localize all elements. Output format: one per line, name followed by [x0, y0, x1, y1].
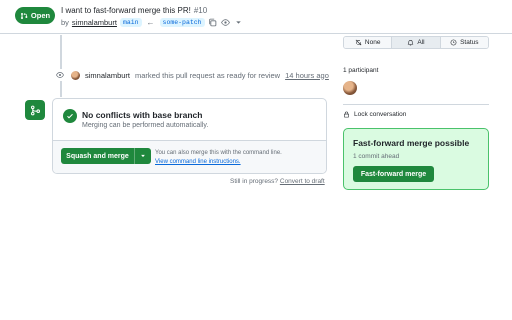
draft-row: Still in progress? Convert to draft	[230, 178, 325, 185]
avatar[interactable]	[71, 70, 80, 80]
cli-hint: You can also merge this with the command…	[155, 149, 282, 167]
pr-title-text: I want to fast-forward merge this PR!	[61, 6, 191, 15]
cli-text: You can also merge this with the command…	[155, 150, 282, 156]
squash-merge-button: Squash and merge	[61, 148, 151, 164]
convert-to-draft-link[interactable]: Convert to draft	[280, 178, 325, 185]
copy-icon[interactable]	[208, 17, 218, 27]
event-text: marked this pull request as ready for re…	[135, 70, 281, 80]
arrow-left-icon: ←	[146, 17, 155, 27]
merge-method-dropdown[interactable]	[135, 148, 151, 164]
avatar[interactable]	[343, 81, 357, 95]
lock-conversation-label: Lock conversation	[354, 111, 407, 118]
merge-box: No conflicts with base branch Merging ca…	[52, 98, 327, 174]
ff-title: Fast-forward merge possible	[353, 138, 470, 148]
notif-none-label: None	[364, 39, 381, 46]
pr-meta: by simnalamburt main ← some-patch	[61, 17, 244, 27]
fast-forward-panel: Fast-forward merge possible 1 commit ahe…	[343, 128, 489, 190]
git-merge-icon	[25, 100, 45, 120]
check-icon	[63, 109, 77, 123]
bell-slash-icon	[355, 39, 362, 46]
triangle-down-icon	[141, 154, 145, 158]
pr-title: I want to fast-forward merge this PR! #10	[61, 6, 207, 15]
squash-merge-main[interactable]: Squash and merge	[61, 148, 135, 164]
divider	[343, 104, 489, 105]
notif-all-button[interactable]: All	[392, 37, 441, 48]
pr-state-label: Open	[30, 11, 51, 20]
cli-instructions-link[interactable]: View command line instructions.	[155, 158, 282, 167]
lock-conversation-button[interactable]: Lock conversation	[343, 111, 406, 118]
pr-number: #10	[193, 6, 208, 15]
eye-icon[interactable]	[221, 17, 231, 27]
author-link[interactable]: simnalamburt	[72, 18, 117, 27]
merge-status-subtitle: Merging can be performed automatically.	[82, 122, 209, 129]
notif-all-label: All	[417, 39, 425, 46]
participants-count: 1 participant	[343, 67, 379, 74]
base-branch[interactable]: main	[119, 17, 142, 27]
event-time[interactable]: 14 hours ago	[285, 71, 329, 80]
notif-none-button[interactable]: None	[344, 37, 393, 48]
notif-status-button[interactable]: Status	[440, 37, 488, 48]
timeline-event: simnalamburt marked this pull request as…	[54, 69, 329, 81]
draft-prompt: Still in progress?	[230, 178, 279, 185]
merge-status: No conflicts with base branch Merging ca…	[53, 99, 326, 141]
lock-icon	[344, 111, 349, 118]
pr-state-badge: Open	[15, 7, 55, 24]
pr-header: Open I want to fast-forward merge this P…	[0, 0, 512, 34]
ff-subtitle: 1 commit ahead	[353, 153, 400, 160]
eye-icon	[54, 69, 66, 81]
history-icon	[450, 39, 457, 46]
notif-status-label: Status	[460, 39, 479, 46]
chevron-down-icon[interactable]	[234, 17, 244, 27]
merge-actions: Squash and merge You can also merge this…	[53, 141, 326, 173]
bell-icon	[408, 40, 414, 46]
timeline-line	[60, 35, 62, 97]
notification-toggle: None All Status	[343, 36, 489, 49]
merge-status-title: No conflicts with base branch	[82, 110, 203, 120]
head-branch[interactable]: some-patch	[159, 17, 205, 27]
event-actor[interactable]: simnalamburt	[85, 71, 130, 80]
git-pull-request-icon	[20, 12, 28, 19]
fast-forward-merge-button[interactable]: Fast-forward merge	[353, 166, 434, 182]
by-label: by	[61, 17, 69, 27]
